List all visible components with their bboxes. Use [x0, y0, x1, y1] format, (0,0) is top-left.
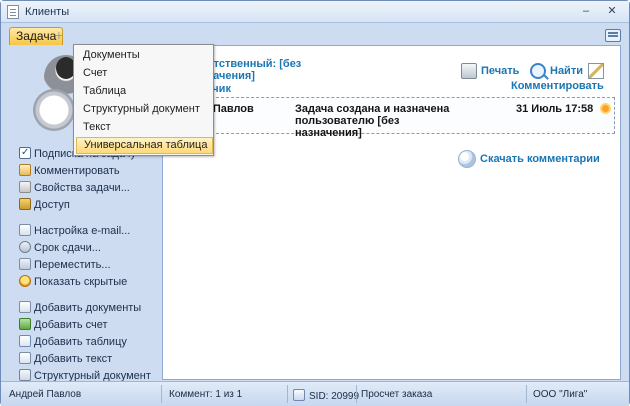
invoice-icon: [19, 318, 31, 330]
status-company: ООО "Лига": [533, 389, 588, 400]
comment-date: 31 Июль 17:58: [516, 103, 594, 115]
edit-icon[interactable]: [587, 63, 604, 79]
sidebar-item-add-text[interactable]: Добавить текст: [19, 352, 112, 367]
properties-icon: [19, 181, 31, 193]
window-title: Клиенты: [25, 6, 70, 18]
structure-icon: [19, 369, 31, 381]
status-bar: Андрей Павлов Коммент: 1 из 1 SID: 20999…: [1, 381, 629, 406]
status-task: Просчет заказа: [361, 389, 433, 400]
view-options-icon[interactable]: [605, 29, 621, 42]
status-separator: [287, 385, 288, 403]
sidebar-item-label: Добавить документы: [34, 302, 142, 314]
status-comment-counter: Коммент: 1 из 1: [169, 389, 243, 400]
find-button[interactable]: Найти: [530, 63, 608, 81]
lock-icon: [19, 198, 31, 210]
sidebar-item-add-documents[interactable]: Добавить документы: [19, 301, 141, 316]
check-icon: [19, 146, 31, 160]
find-label: Найти: [550, 64, 583, 77]
sidebar-item-label: Комментировать: [34, 165, 120, 177]
sidebar-item-label: Добавить текст: [34, 353, 113, 365]
print-button[interactable]: Печать: [461, 63, 519, 81]
responsible-link[interactable]: ветственный: [без значения]: [201, 58, 341, 82]
print-label: Печать: [481, 64, 520, 77]
app-window: Клиенты – ✕ Задача + Подписка на задачу …: [0, 0, 630, 406]
menu-item-documents[interactable]: Документы: [76, 47, 213, 64]
menu-item-text[interactable]: Текст: [76, 119, 213, 136]
sidebar-item-comment[interactable]: Комментировать: [19, 164, 120, 179]
tab-bar: Задача +: [5, 25, 625, 45]
clock-icon: [33, 89, 75, 131]
sidebar-item-move[interactable]: Переместить...: [19, 258, 111, 273]
sidebar-item-add-invoice[interactable]: Добавить счет: [19, 318, 108, 333]
sidebar-item-label: Доступ: [34, 199, 70, 211]
comment-text: Задача создана и назначена пользователю …: [295, 103, 450, 139]
menu-item-structured-document[interactable]: Структурный документ: [76, 101, 213, 118]
sidebar-item-email-settings[interactable]: Настройка e-mail...: [19, 224, 130, 239]
menu-item-invoice[interactable]: Счет: [76, 65, 213, 82]
sidebar-item-label: Срок сдачи...: [34, 242, 101, 254]
status-sid-label: SID: 20999: [309, 391, 360, 402]
sidebar-item-label: Переместить...: [34, 259, 111, 271]
comment-icon: [19, 164, 31, 176]
sidebar-item-deadline[interactable]: Срок сдачи...: [19, 241, 101, 256]
app-icon: [7, 5, 19, 19]
sidebar-item-label: Свойства задачи...: [34, 182, 130, 194]
status-separator: [161, 385, 162, 403]
sidebar-item-add-table[interactable]: Добавить таблицу: [19, 335, 127, 350]
status-user: Андрей Павлов: [9, 389, 82, 400]
status-sid: SID: 20999: [293, 389, 359, 402]
task-content: ветственный: [без значения] азчик Печать…: [162, 45, 621, 380]
minimize-button[interactable]: –: [578, 4, 594, 19]
close-button[interactable]: ✕: [604, 4, 620, 19]
sidebar-item-label: Показать скрытые: [34, 276, 128, 288]
add-menu: Документы Счет Таблица Структурный докум…: [73, 44, 214, 156]
comment-status-icon: [600, 103, 611, 114]
title-bar: Клиенты – ✕: [1, 1, 629, 23]
sidebar-item-show-hidden[interactable]: Показать скрытые: [19, 275, 127, 290]
sidebar-item-properties[interactable]: Свойства задачи...: [19, 181, 130, 196]
status-separator: [356, 385, 357, 403]
download-comments-button[interactable]: Скачать комментарии: [458, 150, 600, 168]
document-icon: [19, 301, 31, 313]
comment-row: й Павлов Задача создана и назначена поль…: [201, 97, 615, 139]
comment-button[interactable]: Комментировать: [511, 80, 604, 96]
sidebar-item-access[interactable]: Доступ: [19, 198, 70, 213]
sidebar-item-label: Настройка e-mail...: [34, 225, 131, 237]
download-label: Скачать комментарии: [480, 152, 600, 165]
add-tab-button[interactable]: +: [52, 28, 66, 43]
responsible-line: значения]: [201, 70, 255, 82]
table-icon: [19, 335, 31, 347]
arrow-right-icon: [293, 389, 305, 401]
download-icon: [458, 150, 476, 168]
sidebar-item-label: Добавить таблицу: [34, 336, 127, 348]
menu-item-table[interactable]: Таблица: [76, 83, 213, 100]
search-icon: [530, 63, 546, 79]
move-icon: [19, 258, 31, 270]
status-separator: [526, 385, 527, 403]
responsible-line: ветственный: [без: [201, 58, 302, 70]
deadline-icon: [19, 241, 31, 253]
sidebar-item-label: Добавить счет: [34, 319, 108, 331]
text-icon: [19, 352, 31, 364]
mail-icon: [19, 224, 31, 236]
bulb-icon: [19, 275, 31, 287]
menu-item-universal-table[interactable]: Универсальная таблица: [76, 137, 213, 154]
printer-icon: [461, 63, 477, 79]
